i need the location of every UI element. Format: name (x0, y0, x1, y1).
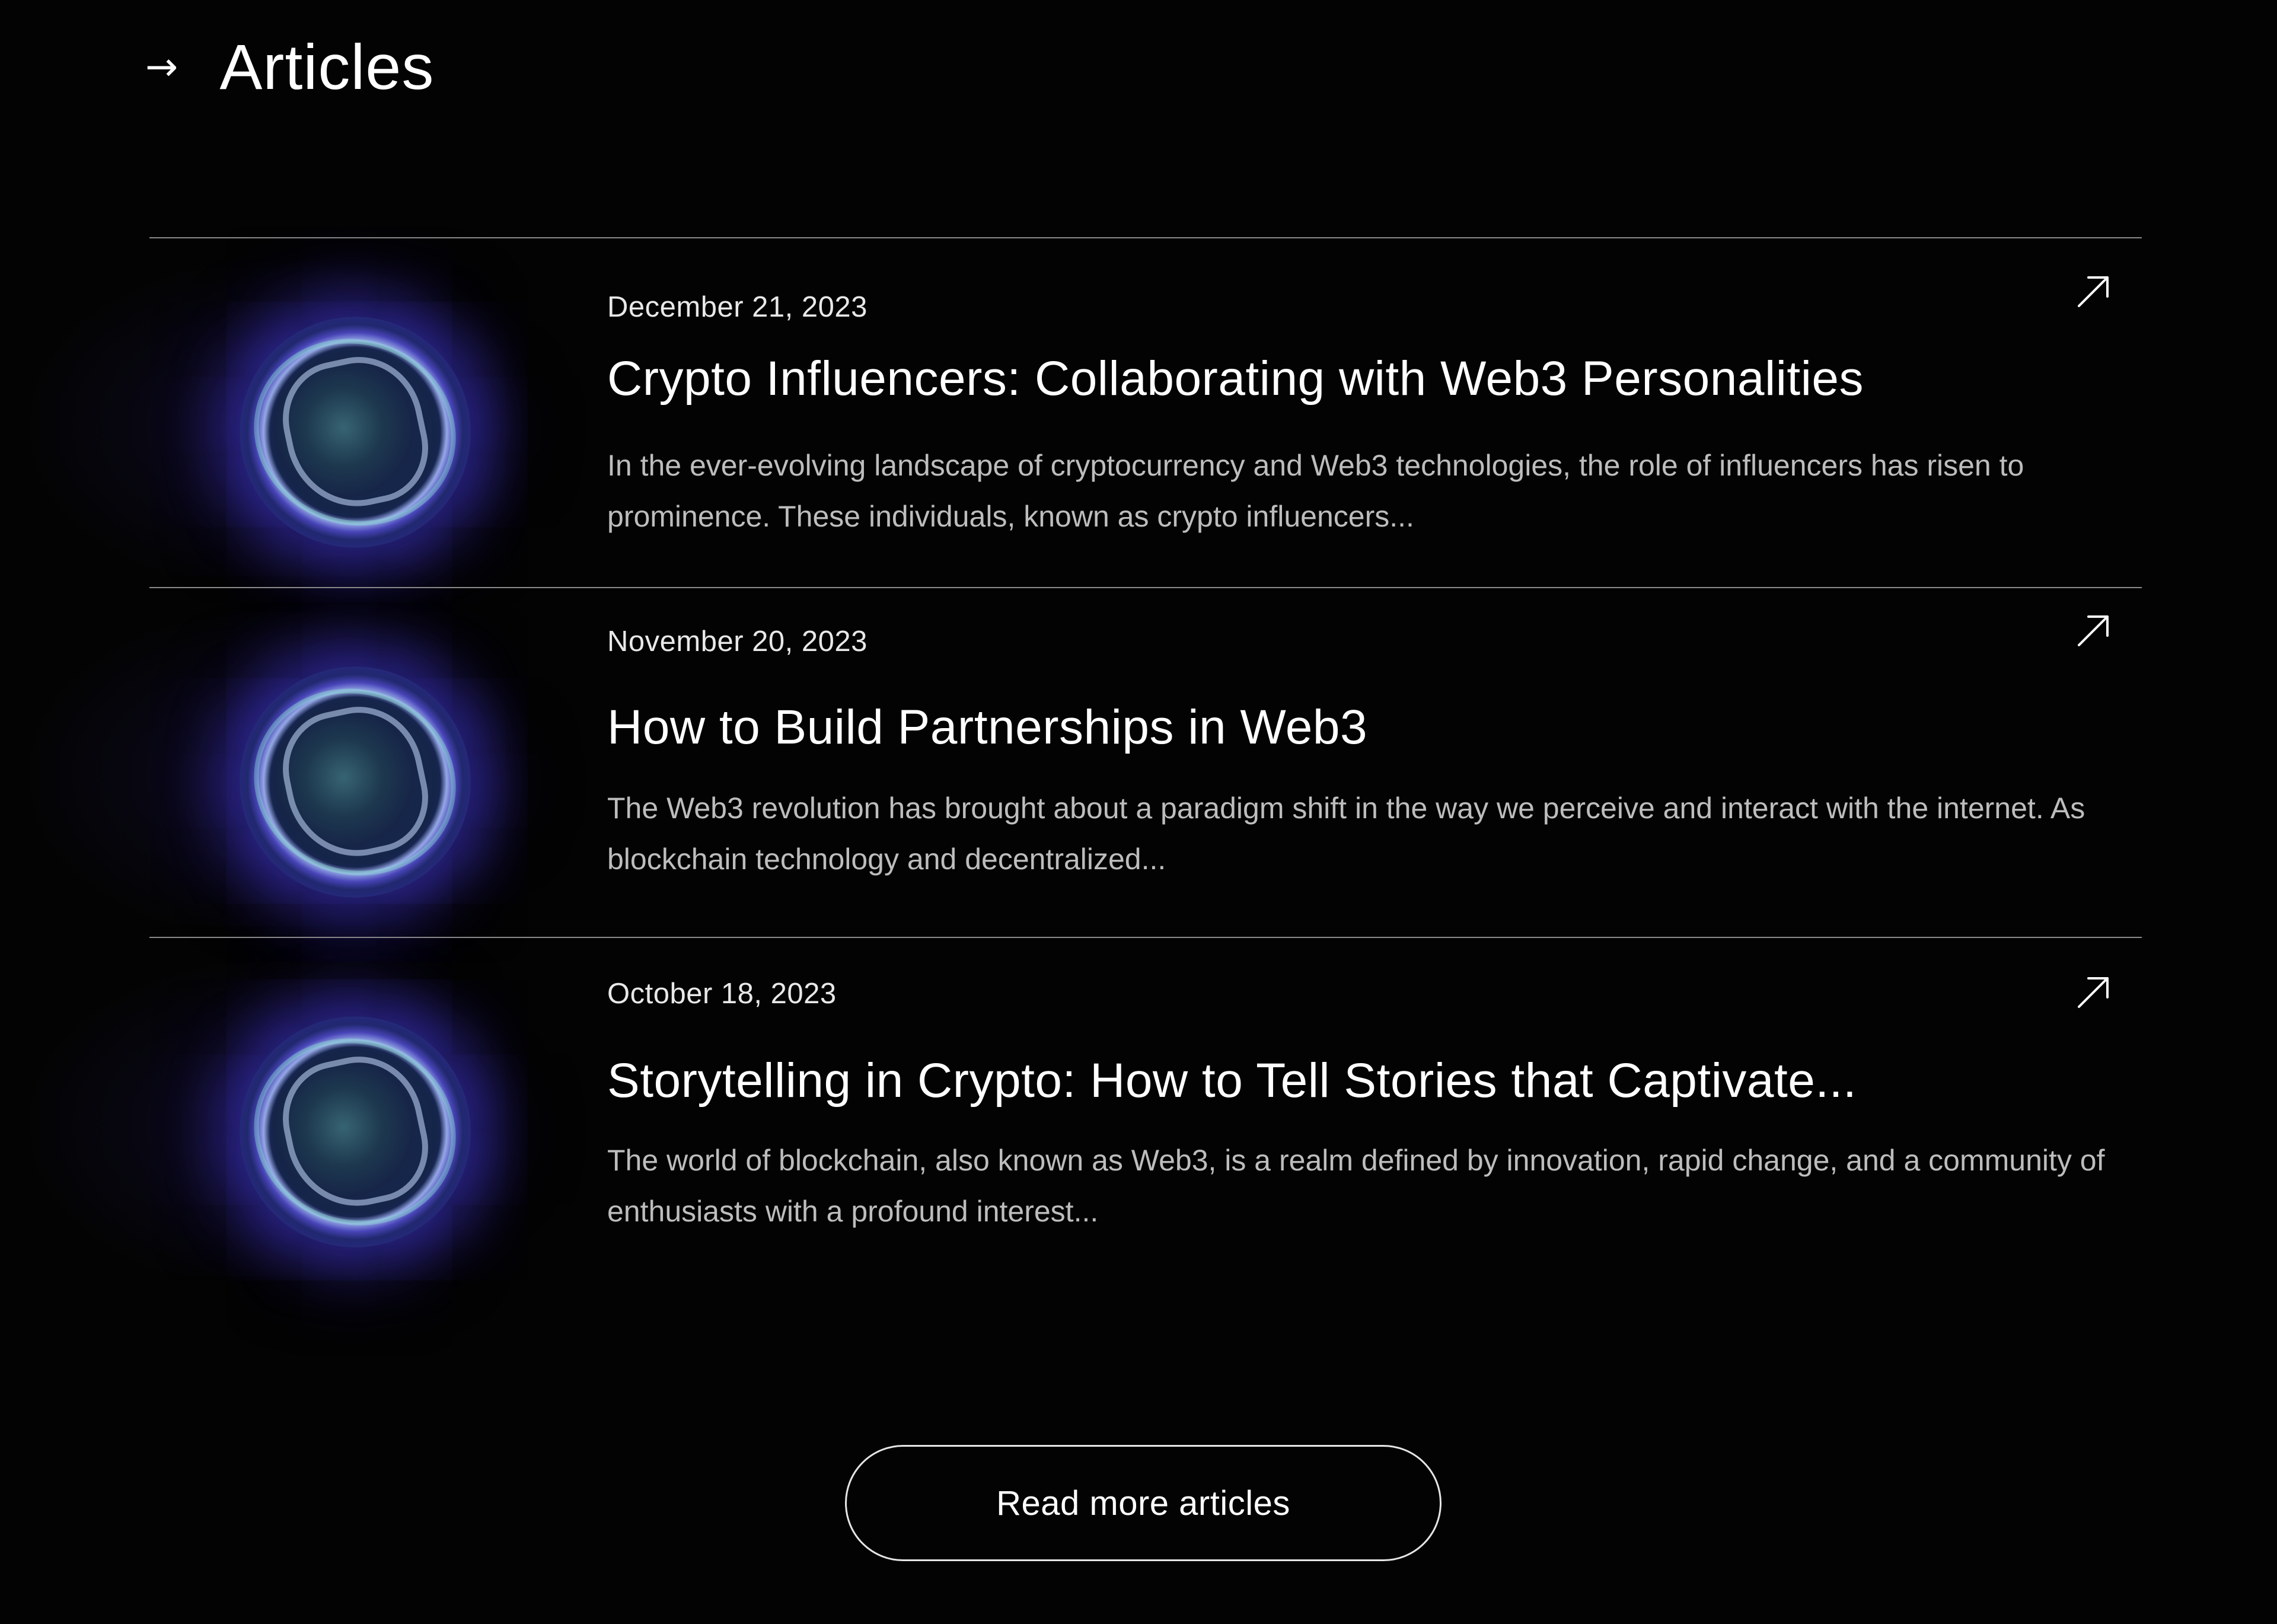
arrow-right-icon: → (145, 44, 178, 90)
read-more-articles-button[interactable]: Read more articles (845, 1445, 1442, 1561)
article-thumbnail[interactable] (31, 262, 505, 576)
article-date: November 20, 2023 (607, 626, 868, 658)
article-excerpt: The world of blockchain, also known as W… (607, 1144, 2105, 1228)
arrow-up-right-icon[interactable] (2075, 613, 2111, 649)
article-title[interactable]: How to Build Partnerships in Web3 (607, 700, 1367, 755)
arrow-up-right-icon[interactable] (2075, 975, 2111, 1010)
article-date: December 21, 2023 (607, 291, 868, 323)
page-title: Articles (219, 31, 435, 103)
article-title[interactable]: Storytelling in Crypto: How to Tell Stor… (607, 1053, 1857, 1109)
article-item[interactable]: October 18, 2023 Storytelling in Crypto:… (31, 937, 2142, 1287)
arrow-up-right-icon[interactable] (2075, 274, 2111, 310)
article-title[interactable]: Crypto Influencers: Collaborating with W… (607, 351, 1864, 407)
crystal-orb-image (240, 666, 471, 898)
crystal-orb-image (240, 1016, 471, 1247)
article-date: October 18, 2023 (607, 978, 837, 1010)
article-thumbnail[interactable] (31, 962, 505, 1276)
article-item[interactable]: November 20, 2023 How to Build Partnersh… (31, 587, 2142, 937)
article-list: December 21, 2023 Crypto Influencers: Co… (31, 237, 2142, 1287)
article-thumbnail[interactable] (31, 612, 505, 926)
section-header: → Articles (145, 28, 434, 106)
crystal-orb-image (240, 317, 471, 548)
article-excerpt: The Web3 revolution has brought about a … (607, 792, 2085, 876)
article-excerpt: In the ever-evolving landscape of crypto… (607, 449, 2024, 533)
articles-page: → Articles December 21, 2023 Crypto Infl… (0, 0, 2277, 1624)
article-item[interactable]: December 21, 2023 Crypto Influencers: Co… (31, 237, 2142, 587)
